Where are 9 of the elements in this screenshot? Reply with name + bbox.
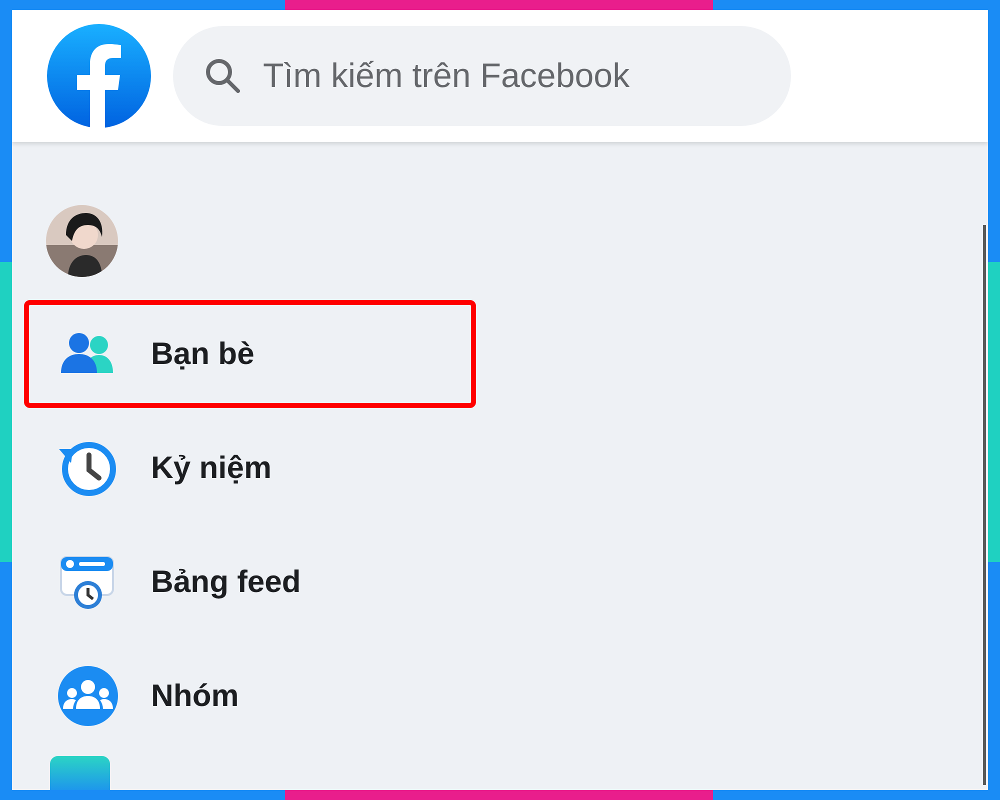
groups-icon bbox=[55, 663, 121, 729]
menu-item[interactable]: Nhóm bbox=[24, 642, 476, 750]
scrollbar[interactable] bbox=[983, 225, 986, 785]
search-field[interactable]: Tìm kiếm trên Facebook bbox=[173, 26, 791, 126]
menu-item[interactable]: Bảng feed bbox=[24, 528, 476, 636]
menu-item[interactable]: Bạn bè bbox=[24, 300, 476, 408]
search-icon bbox=[203, 56, 243, 96]
logo-icon[interactable] bbox=[47, 24, 151, 128]
menu-item[interactable]: Kỷ niệm bbox=[24, 414, 476, 522]
